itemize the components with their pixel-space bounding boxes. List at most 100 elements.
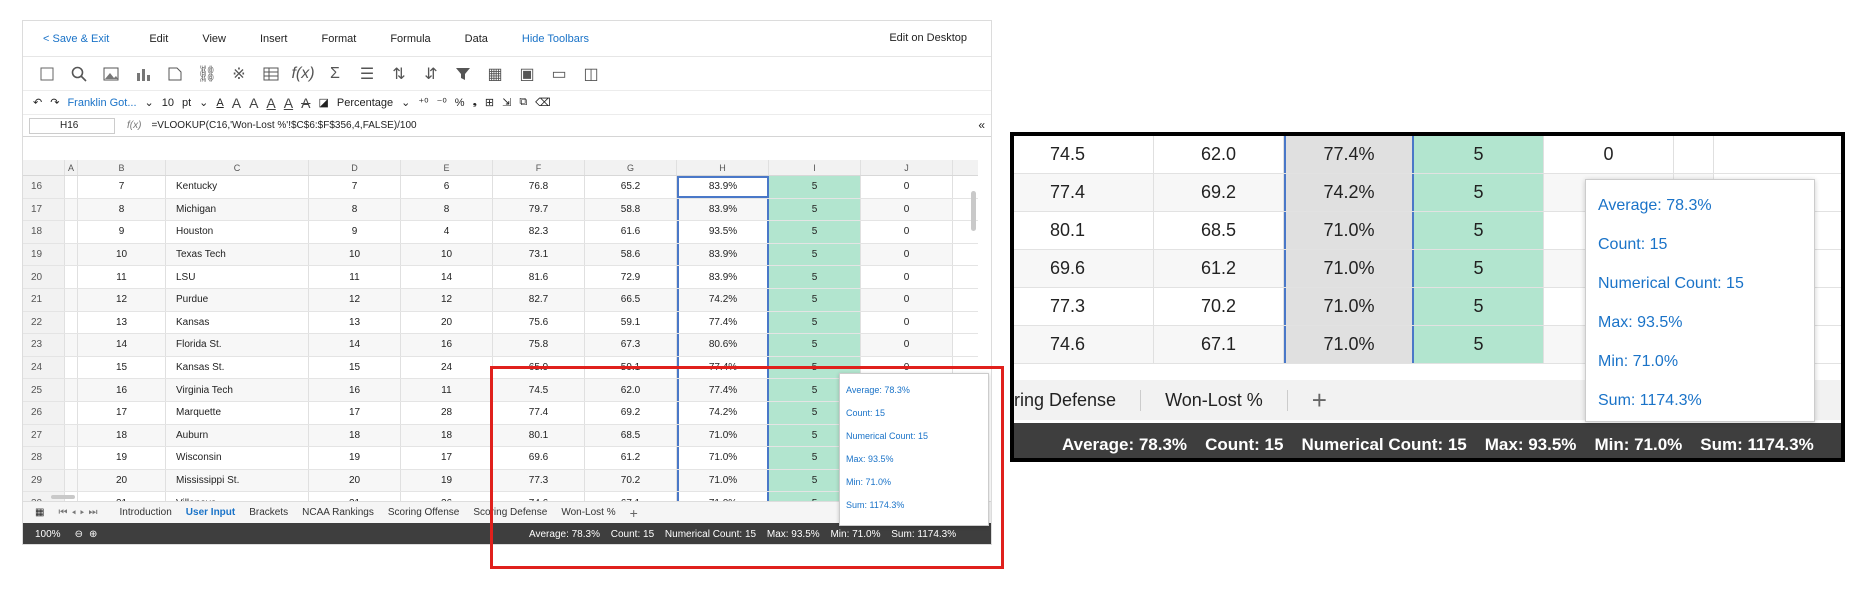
cell[interactable]: 5 <box>769 221 861 243</box>
cell[interactable]: 8 <box>309 198 401 221</box>
cell[interactable]: 83.9% <box>677 266 769 288</box>
cell[interactable]: 74.6 <box>1014 326 1154 363</box>
cell[interactable]: 12 <box>309 288 401 311</box>
cell[interactable]: 19 <box>309 447 401 469</box>
notes-icon[interactable]: ☰ <box>357 64 377 84</box>
cell[interactable]: 70.2 <box>1154 288 1284 325</box>
cell[interactable]: 17 <box>78 401 166 424</box>
cell[interactable]: 0 <box>861 288 953 311</box>
sort-descending-icon[interactable]: ⇵ <box>421 64 441 84</box>
popup-average[interactable]: Average: 78.3% <box>1598 186 1802 225</box>
horizontal-scrollbar[interactable] <box>51 495 75 499</box>
cell[interactable]: 75.6 <box>493 311 585 334</box>
cell[interactable]: 11 <box>78 266 166 288</box>
cell[interactable]: Kansas St. <box>166 356 309 379</box>
cell[interactable]: 5 <box>769 243 861 266</box>
row-header[interactable]: 27 <box>23 424 65 447</box>
cell[interactable]: 74.5 <box>1014 136 1154 173</box>
popup-count[interactable]: Count: 15 <box>1598 225 1802 264</box>
chevron-down-icon[interactable]: ⌄ <box>199 96 208 109</box>
tab-ncaa-rankings[interactable]: NCAA Rankings <box>302 507 374 518</box>
tab-scoring-offense[interactable]: Scoring Offense <box>388 507 460 518</box>
image-icon[interactable] <box>101 64 121 84</box>
add-sheet-icon[interactable]: + <box>1312 385 1327 416</box>
cell[interactable]: 10 <box>78 243 166 266</box>
freeze-panes-icon[interactable]: ▣ <box>517 64 537 84</box>
cell[interactable]: 5 <box>769 198 861 221</box>
corner-cell[interactable] <box>23 160 65 175</box>
cell[interactable]: 83.9% <box>677 198 769 221</box>
save-exit-link[interactable]: < Save & Exit <box>43 33 109 45</box>
cell[interactable]: Wisconsin <box>166 447 309 469</box>
chart-icon[interactable] <box>133 64 153 84</box>
menu-edit[interactable]: Edit <box>149 33 168 45</box>
comma-icon[interactable]: ❟ <box>473 96 477 109</box>
cell[interactable] <box>65 176 78 198</box>
edit-on-desktop-button[interactable]: Edit on Desktop <box>889 32 967 44</box>
cell[interactable]: 0 <box>861 266 953 288</box>
cell[interactable]: 0 <box>861 334 953 356</box>
sum-icon[interactable]: Σ <box>325 64 345 84</box>
cell[interactable] <box>65 469 78 492</box>
menu-view[interactable]: View <box>202 33 226 45</box>
cell[interactable]: 69.6 <box>1014 250 1154 287</box>
cell[interactable]: 77.4% <box>677 311 769 334</box>
cell[interactable]: 5 <box>1414 136 1544 173</box>
cell[interactable]: 76.8 <box>493 176 585 198</box>
cell[interactable]: 5 <box>769 266 861 288</box>
cell[interactable]: 14 <box>78 334 166 356</box>
cell[interactable]: 17 <box>401 447 493 469</box>
cell[interactable]: 19 <box>401 469 493 492</box>
menu-insert[interactable]: Insert <box>260 33 288 45</box>
cell[interactable]: 67.1 <box>1154 326 1284 363</box>
row-header[interactable]: 18 <box>23 221 65 243</box>
cell[interactable] <box>65 424 78 447</box>
collapse-icon[interactable]: « <box>978 118 985 132</box>
cell[interactable]: 5 <box>1414 326 1544 363</box>
cell[interactable]: 65.2 <box>585 176 677 198</box>
cell-reference-box[interactable]: H16 <box>29 117 115 134</box>
cell[interactable]: Kentucky <box>166 176 309 198</box>
percent-icon[interactable]: % <box>455 97 465 109</box>
cell[interactable]: Purdue <box>166 288 309 311</box>
tab-scoring-defense[interactable]: ring Defense <box>1014 389 1142 411</box>
cell[interactable]: 20 <box>309 469 401 492</box>
fill-color-icon[interactable]: ◪ <box>318 96 328 109</box>
table-icon[interactable] <box>261 64 281 84</box>
cell[interactable]: Kansas <box>166 311 309 334</box>
row-header[interactable]: 28 <box>23 447 65 469</box>
row-header[interactable]: 24 <box>23 356 65 379</box>
cell[interactable]: Houston <box>166 221 309 243</box>
cell[interactable]: 71.0% <box>1284 212 1414 249</box>
tab-brackets[interactable]: Brackets <box>249 507 288 518</box>
popup-max[interactable]: Max: 93.5% <box>1598 303 1802 342</box>
cell[interactable]: 61.6 <box>585 221 677 243</box>
cell[interactable]: 58.8 <box>585 198 677 221</box>
sheet-nav-arrows[interactable]: ⏮◂▸⏭ <box>58 507 101 518</box>
row-header[interactable]: 21 <box>23 288 65 311</box>
symbol-icon[interactable]: ※ <box>229 64 249 84</box>
cell[interactable]: 28 <box>401 401 493 424</box>
cell[interactable]: 75.8 <box>493 334 585 356</box>
underline-icon[interactable]: A <box>266 95 275 111</box>
shrink-font-icon[interactable]: A <box>249 95 258 111</box>
cell[interactable]: 16 <box>78 379 166 401</box>
row-header[interactable]: 26 <box>23 401 65 424</box>
popup-sum[interactable]: Sum: 1174.3% <box>1598 381 1802 420</box>
grow-font-icon[interactable]: A <box>232 95 241 111</box>
font-color-icon[interactable]: A <box>216 97 223 109</box>
cell[interactable]: 5 <box>769 288 861 311</box>
cell[interactable]: 18 <box>401 424 493 447</box>
cell[interactable]: 12 <box>401 288 493 311</box>
row-header[interactable]: 29 <box>23 469 65 492</box>
cell[interactable]: Virginia Tech <box>166 379 309 401</box>
cell[interactable]: 82.3 <box>493 221 585 243</box>
cell[interactable] <box>65 221 78 243</box>
sheet-list-icon[interactable]: ▦ <box>35 507 44 518</box>
cell[interactable]: 61.2 <box>1154 250 1284 287</box>
cell[interactable]: 15 <box>309 356 401 379</box>
copy-format-icon[interactable]: ⧉ <box>519 96 527 109</box>
cell[interactable]: 9 <box>309 221 401 243</box>
zoom-out-icon[interactable]: ⊖ <box>75 529 83 540</box>
cell[interactable]: 4 <box>401 221 493 243</box>
